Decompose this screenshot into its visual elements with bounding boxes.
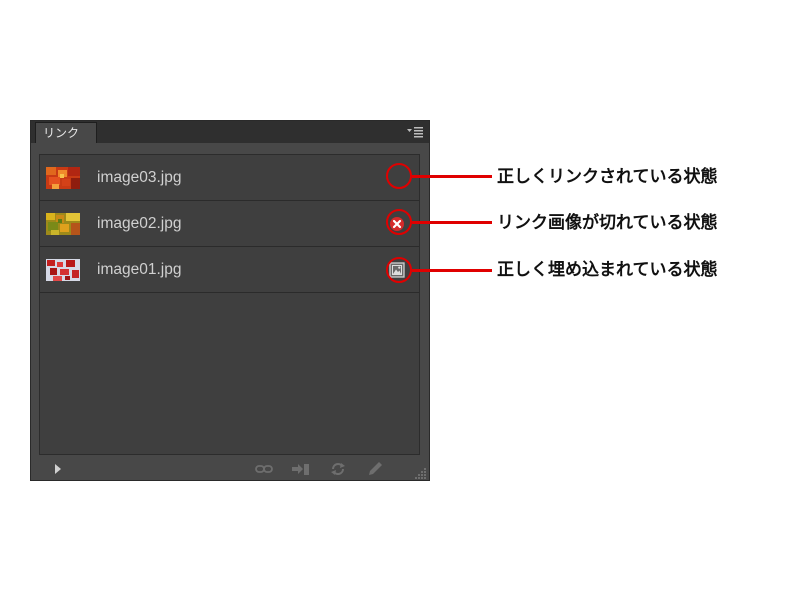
link-row-image02[interactable]: image02.jpg xyxy=(40,201,419,247)
resize-grip-icon[interactable] xyxy=(413,465,427,479)
expand-arrow-icon[interactable] xyxy=(51,461,71,477)
links-list: image03.jpg image02.jpg image01.jpg xyxy=(39,154,420,455)
link-filename: image01.jpg xyxy=(97,261,182,278)
link-filename: image02.jpg xyxy=(97,215,182,232)
panel-tabbar: リンク xyxy=(31,121,429,143)
callout-text-missing: リンク画像が切れている状態 xyxy=(497,213,718,233)
callout-circle-linked xyxy=(386,163,412,189)
go-to-link-icon[interactable] xyxy=(291,461,311,477)
thumbnail-image01 xyxy=(46,259,80,281)
callout-line-embedded xyxy=(412,269,492,272)
callout-text-embedded: 正しく埋め込まれている状態 xyxy=(497,260,718,280)
update-link-icon[interactable] xyxy=(328,461,348,477)
callout-line-missing xyxy=(412,221,492,224)
panel-bottom-toolbar xyxy=(31,457,429,481)
links-panel: リンク image03.jpg image02.jpg image01.jpg xyxy=(30,120,430,481)
link-row-image03[interactable]: image03.jpg xyxy=(40,155,419,201)
callout-circle-missing xyxy=(386,209,412,235)
edit-original-icon[interactable] xyxy=(365,461,385,477)
callout-circle-embedded xyxy=(386,257,412,283)
thumbnail-image03 xyxy=(46,167,80,189)
callout-line-linked xyxy=(412,175,492,178)
panel-menu-icon[interactable] xyxy=(407,126,423,138)
link-row-image01[interactable]: image01.jpg xyxy=(40,247,419,293)
callout-text-linked: 正しくリンクされている状態 xyxy=(497,167,718,187)
relink-icon[interactable] xyxy=(254,461,274,477)
link-filename: image03.jpg xyxy=(97,169,182,186)
tab-links-label: リンク xyxy=(43,126,80,140)
tab-links[interactable]: リンク xyxy=(35,122,97,143)
thumbnail-image02 xyxy=(46,213,80,235)
screenshot-stage: リンク image03.jpg image02.jpg image01.jpg … xyxy=(0,0,800,600)
